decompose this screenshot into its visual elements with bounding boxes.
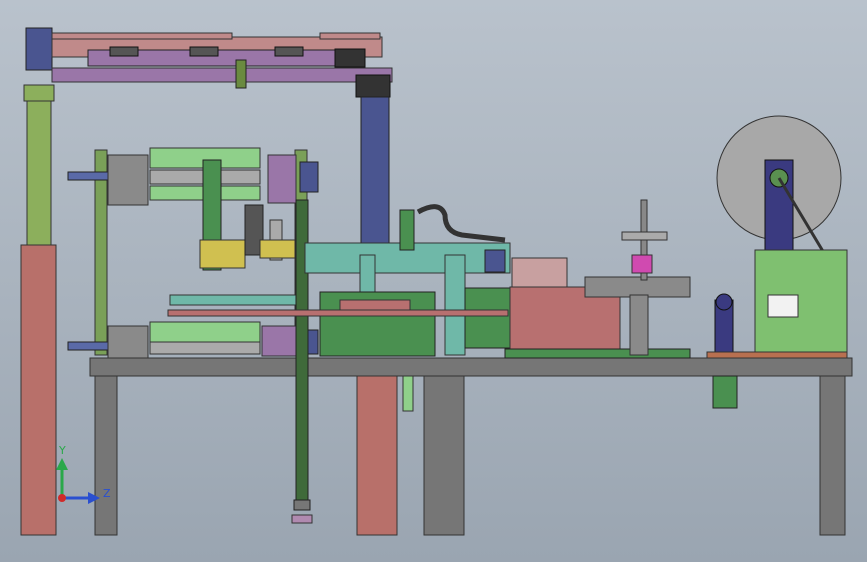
upper-shaft (67, 171, 109, 181)
cad-viewport[interactable]: Y Z (0, 0, 867, 562)
left-top-block (25, 27, 53, 71)
table-leg-2 (356, 375, 398, 536)
top-gantry (51, 32, 393, 89)
lower-shaft (67, 341, 109, 351)
right-column (355, 74, 394, 258)
table-leg-3 (423, 375, 465, 536)
gantry-crossbar (51, 67, 393, 83)
pink-body (504, 257, 691, 359)
reel-unit (706, 115, 848, 359)
roller-module (67, 147, 319, 359)
machine-assembly-drawing[interactable]: Y Z (0, 0, 867, 562)
horizontal-rod (167, 309, 509, 317)
table-leg-1 (94, 375, 118, 536)
blue-column (360, 96, 390, 248)
main-table (89, 357, 853, 536)
triad-y-label: Y (58, 444, 66, 457)
triad-origin (58, 494, 66, 502)
left-leg (20, 244, 57, 536)
left-green-column (26, 99, 52, 246)
table-top (89, 357, 853, 377)
left-frame (20, 27, 57, 536)
triad-z-label: Z (103, 487, 111, 500)
triad-y-arrowhead (56, 458, 68, 470)
lower-roller (149, 321, 261, 343)
cable-chain (416, 204, 506, 243)
table-leg-4 (819, 375, 846, 536)
slide-block (199, 239, 246, 269)
